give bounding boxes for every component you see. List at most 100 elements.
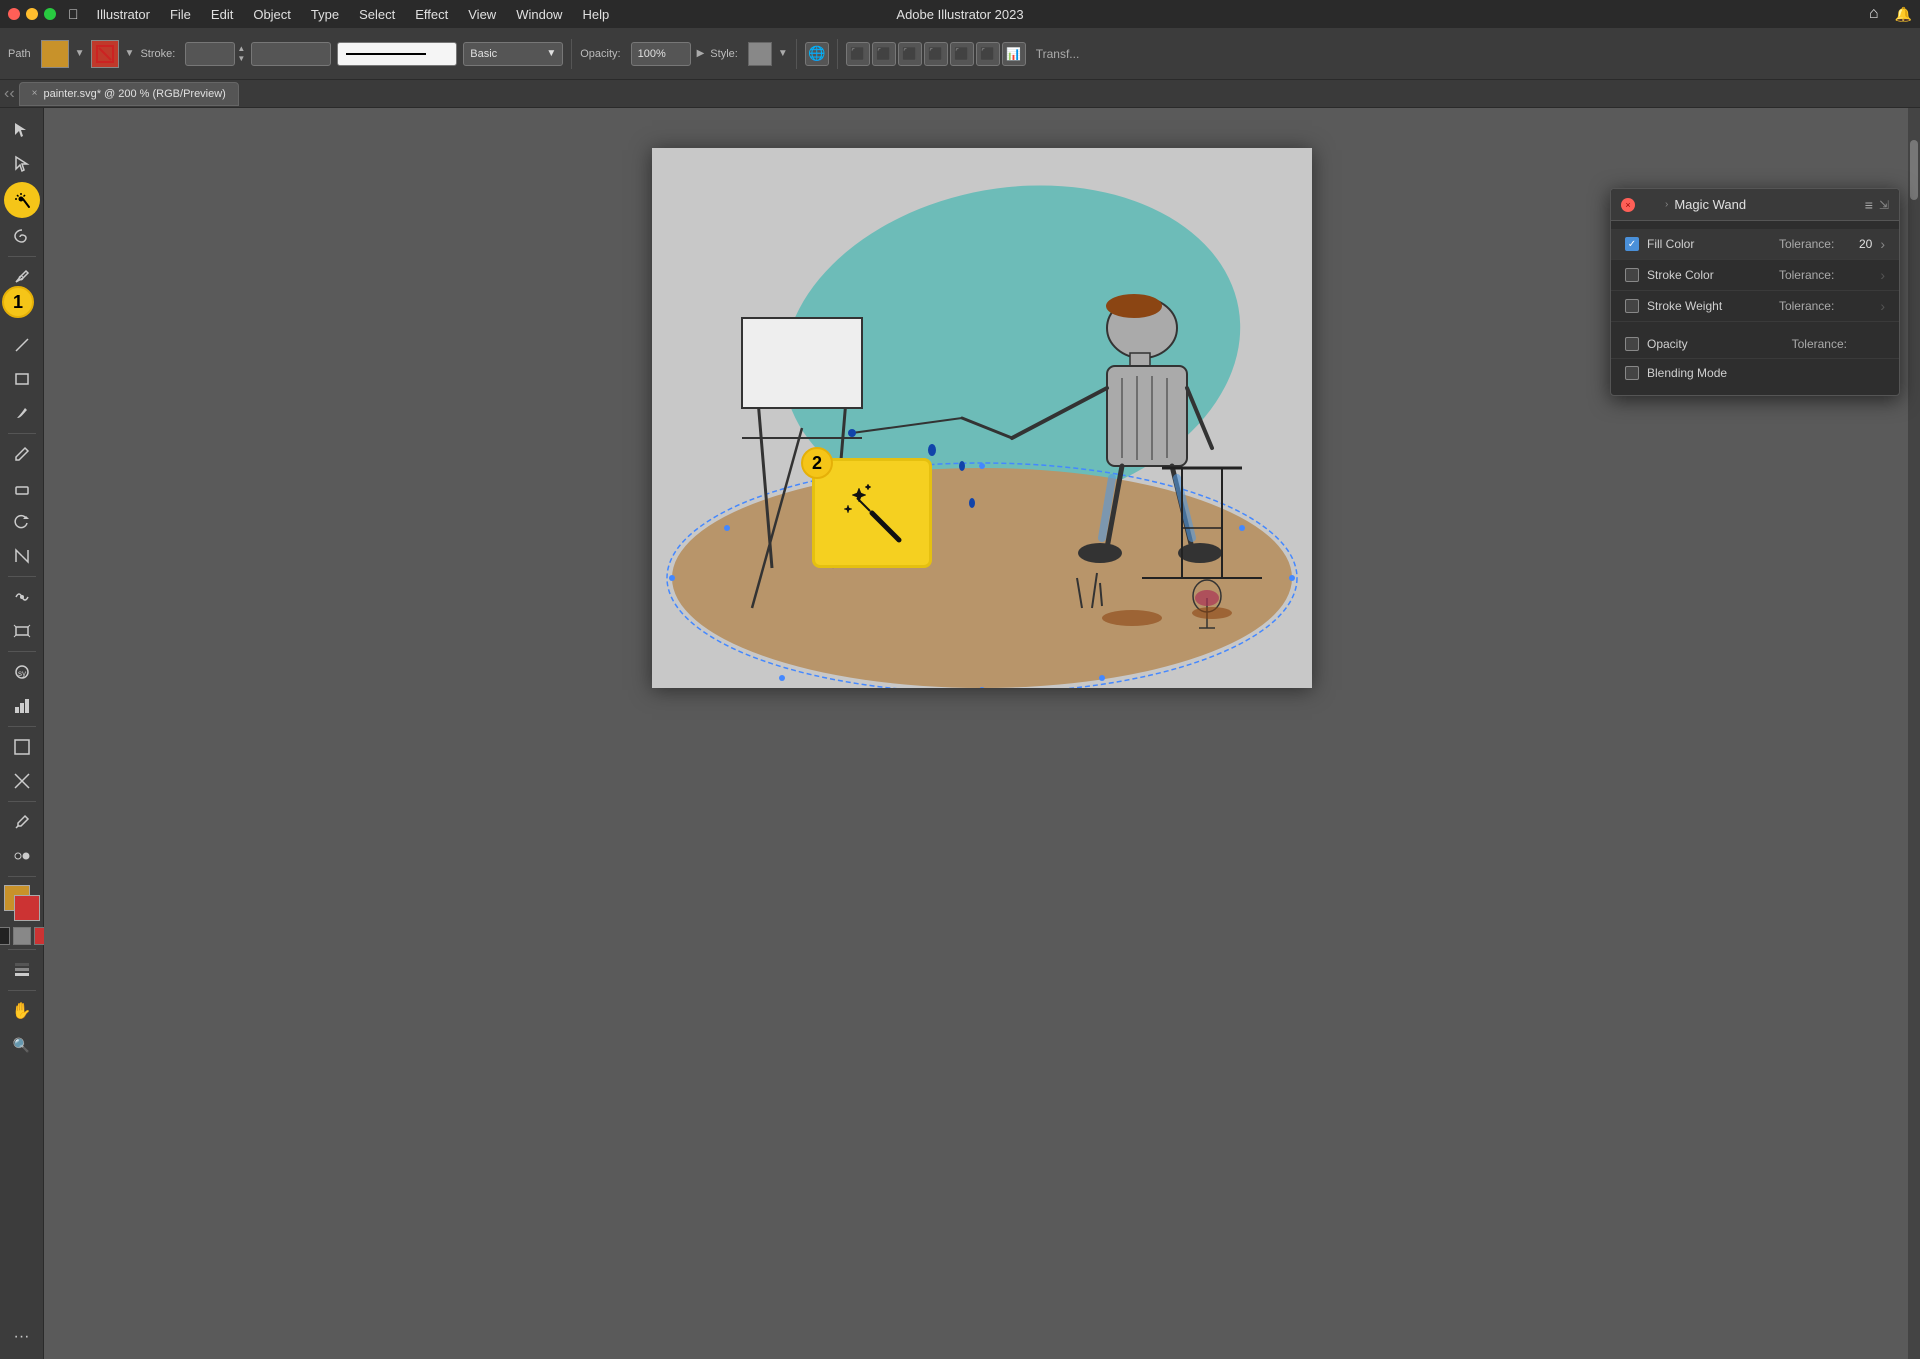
eyedropper-tool-button[interactable] — [6, 806, 38, 838]
blending-mode-checkbox[interactable] — [1625, 366, 1639, 380]
symbol-tool-button[interactable]: sy — [6, 656, 38, 688]
hand-tool-button[interactable]: ✋ — [6, 995, 38, 1027]
minimize-button[interactable] — [26, 8, 38, 20]
app-title: Adobe Illustrator 2023 — [896, 7, 1023, 22]
menu-illustrator[interactable]: Illustrator — [89, 5, 158, 24]
artboard-tool-button[interactable] — [6, 731, 38, 763]
maximize-button[interactable] — [44, 8, 56, 20]
step-2-badge: 2 — [801, 447, 833, 479]
color-swatches — [4, 885, 40, 921]
opacity-row: Opacity Tolerance: — [1611, 330, 1899, 359]
opacity-expand-icon[interactable]: ▶ — [697, 48, 705, 59]
panel-title: Magic Wand — [1674, 197, 1746, 212]
rotate-tool-button[interactable] — [6, 506, 38, 538]
chart-icon-button[interactable]: 📊 — [1002, 42, 1026, 66]
style-swatch[interactable] — [748, 42, 772, 66]
toolbar-separator — [571, 39, 572, 69]
artboard[interactable]: 2 — [652, 148, 1312, 688]
transform-label: Transf... — [1036, 47, 1080, 61]
notification-icon[interactable]: 🔔 — [1895, 6, 1912, 23]
magic-wand-icon-large — [837, 478, 907, 548]
align-top-button[interactable]: ⬛ — [924, 42, 948, 66]
graph-tool-button[interactable] — [6, 690, 38, 722]
pencil-tool-button[interactable] — [6, 438, 38, 470]
fill-color-checkbox[interactable] — [1625, 237, 1639, 251]
blend-tool-button[interactable] — [6, 840, 38, 872]
collapse-icon: › — [1665, 199, 1668, 210]
stroke-color-row: Stroke Color Tolerance: › — [1611, 260, 1899, 291]
black-swatch[interactable] — [0, 927, 10, 945]
tool-separator-8 — [8, 949, 36, 950]
globe-icon-button[interactable]: 🌐 — [805, 42, 829, 66]
stroke-down-arrow[interactable]: ▼ — [237, 54, 245, 63]
menu-window[interactable]: Window — [508, 5, 570, 24]
menu-select[interactable]: Select — [351, 5, 403, 24]
stroke-input[interactable] — [251, 42, 331, 66]
document-tab[interactable]: × painter.svg* @ 200 % (RGB/Preview) — [19, 82, 239, 106]
align-left-button[interactable]: ⬛ — [846, 42, 870, 66]
line-tool-button[interactable] — [6, 329, 38, 361]
opacity-input[interactable] — [631, 42, 691, 66]
paintbrush-tool-button[interactable] — [6, 397, 38, 429]
slice-tool-button[interactable] — [6, 765, 38, 797]
gray-swatch[interactable] — [13, 927, 31, 945]
eraser-tool-button[interactable] — [6, 472, 38, 504]
menu-object[interactable]: Object — [245, 5, 299, 24]
variable-width-selector[interactable]: Basic ▼ — [463, 42, 563, 66]
stroke-color-expand-icon[interactable]: › — [1880, 267, 1885, 283]
fill-tolerance-expand-icon[interactable]: › — [1880, 236, 1885, 252]
stroke-weight-checkbox[interactable] — [1625, 299, 1639, 313]
stroke-color-checkbox[interactable] — [1625, 268, 1639, 282]
style-dropdown-icon[interactable]: ▼ — [778, 48, 788, 59]
menu-effect[interactable]: Effect — [407, 5, 456, 24]
panel-menu-icon[interactable]: ≡ — [1865, 197, 1873, 213]
lasso-tool-button[interactable] — [6, 220, 38, 252]
stroke-up-arrow[interactable]: ▲ — [237, 44, 245, 53]
tab-close-icon[interactable]: × — [32, 88, 38, 99]
rect-tool-button[interactable] — [6, 363, 38, 395]
selection-tool-button[interactable] — [6, 114, 38, 146]
stroke-text-label: Stroke: — [140, 48, 175, 60]
align-middle-button[interactable]: ⬛ — [950, 42, 974, 66]
toolbar-separator-3 — [837, 39, 838, 69]
distribute-button[interactable]: ⬛ — [976, 42, 1000, 66]
menu-help[interactable]: Help — [574, 5, 617, 24]
layer-stack-button[interactable] — [6, 954, 38, 986]
magic-wand-tool-button[interactable] — [4, 182, 40, 218]
color-swatch-pair[interactable] — [4, 885, 40, 921]
align-right-button[interactable]: ⬛ — [898, 42, 922, 66]
apple-icon[interactable]:  — [68, 6, 79, 22]
free-transform-tool-button[interactable] — [6, 615, 38, 647]
fill-tolerance-value: 20 — [1842, 237, 1872, 251]
warp-tool-button[interactable] — [6, 581, 38, 613]
brush-style-dropdown-icon: ▼ — [546, 48, 556, 59]
stroke-weight-input[interactable] — [185, 42, 235, 66]
brush-preview — [337, 42, 457, 66]
fill-dropdown-icon[interactable]: ▼ — [75, 48, 85, 59]
menu-view[interactable]: View — [460, 5, 504, 24]
direct-selection-tool-button[interactable] — [6, 148, 38, 180]
scrollbar-thumb[interactable] — [1910, 140, 1918, 200]
stroke-color-label: Stroke Color — [1647, 268, 1771, 282]
collapse-panels-icon[interactable]: ‹‹ — [4, 85, 15, 103]
tool-separator-1 — [8, 256, 36, 257]
opacity-checkbox[interactable] — [1625, 337, 1639, 351]
scrollbar[interactable] — [1908, 108, 1920, 1359]
fill-color-swatch[interactable] — [41, 40, 69, 68]
home-icon[interactable]: ⌂ — [1869, 5, 1879, 23]
close-button[interactable] — [8, 8, 20, 20]
scale-tool-button[interactable] — [6, 540, 38, 572]
main-area: T sy — [0, 108, 1920, 1359]
panel-expand-arrow[interactable]: ⇲ — [1879, 198, 1889, 212]
menu-file[interactable]: File — [162, 5, 199, 24]
more-tools-button[interactable]: ··· — [6, 1321, 38, 1353]
zoom-tool-button[interactable]: 🔍 — [6, 1029, 38, 1061]
stroke-dropdown-icon[interactable]: ▼ — [125, 48, 135, 59]
panel-close-button[interactable]: × — [1621, 198, 1635, 212]
background-swatch[interactable] — [14, 895, 40, 921]
stroke-indicator[interactable] — [91, 40, 119, 68]
menu-edit[interactable]: Edit — [203, 5, 241, 24]
stroke-weight-expand-icon[interactable]: › — [1880, 298, 1885, 314]
menu-type[interactable]: Type — [303, 5, 347, 24]
align-center-button[interactable]: ⬛ — [872, 42, 896, 66]
